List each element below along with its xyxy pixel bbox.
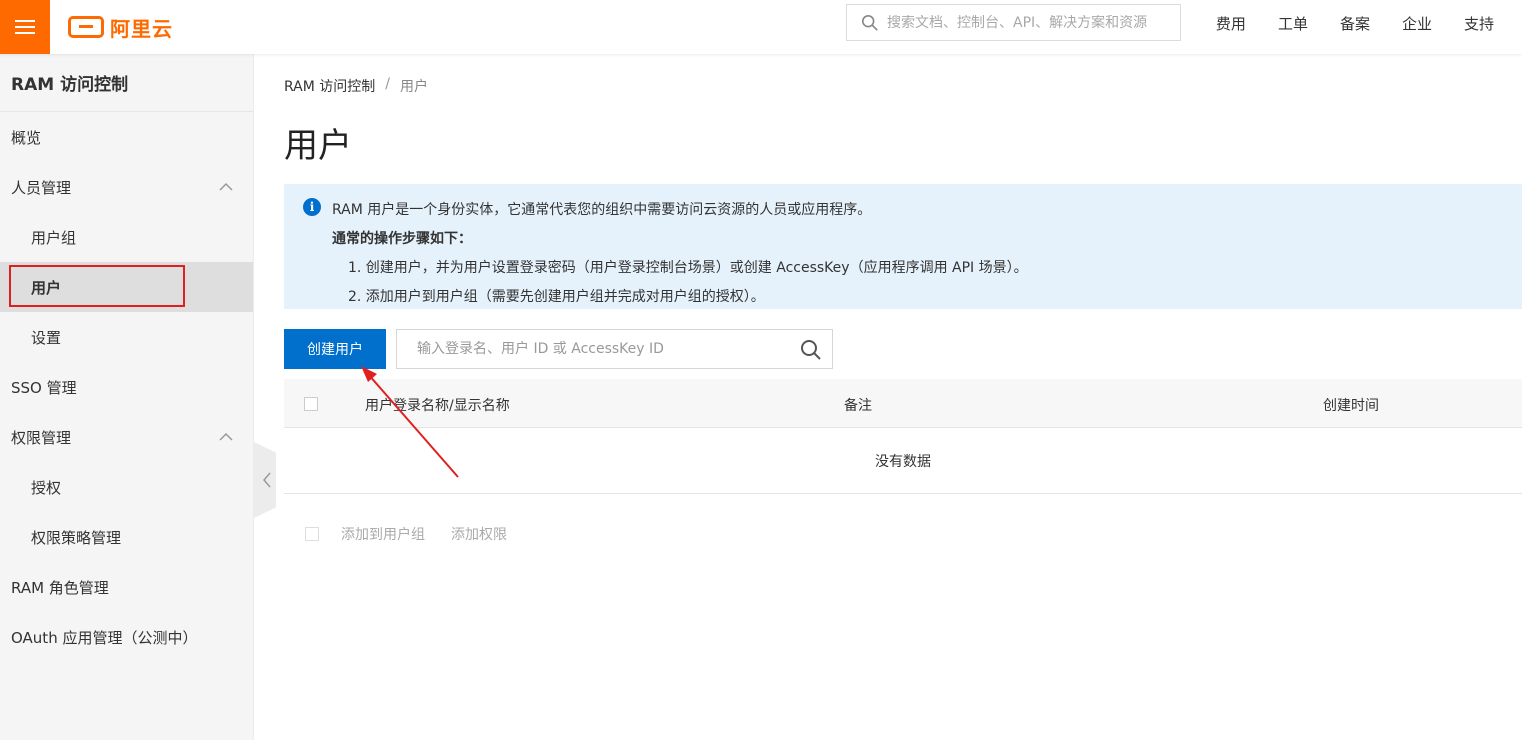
- global-search[interactable]: [846, 4, 1181, 41]
- nav-enterprise[interactable]: 企业: [1402, 13, 1432, 34]
- batch-select-checkbox[interactable]: [305, 527, 319, 541]
- chevron-left-icon: [263, 472, 271, 488]
- sidebar-title: RAM 访问控制: [0, 54, 253, 112]
- sidebar: RAM 访问控制 概览 人员管理 用户组 用户 设置 SSO 管理 权限管理 授…: [0, 54, 254, 740]
- notice-step: 1. 创建用户，并为用户设置登录密码（用户登录控制台场景）或创建 AccessK…: [348, 260, 1028, 276]
- sidebar-item-ram-roles[interactable]: RAM 角色管理: [0, 562, 253, 612]
- search-icon[interactable]: [800, 339, 822, 361]
- add-to-group-button[interactable]: 添加到用户组: [341, 524, 425, 544]
- create-user-button[interactable]: 创建用户: [284, 329, 386, 369]
- empty-text: 没有数据: [875, 453, 931, 470]
- nav-support[interactable]: 支持: [1464, 13, 1494, 34]
- sidebar-item-label: 授权: [31, 478, 62, 497]
- chevron-up-icon: [219, 182, 233, 191]
- sidebar-item-identities[interactable]: 人员管理: [0, 162, 253, 212]
- aliyun-logo[interactable]: 阿里云: [68, 11, 173, 43]
- table-empty-row: 没有数据: [284, 428, 1522, 494]
- sidebar-item-label: 设置: [31, 328, 62, 347]
- batch-actions: 添加到用户组 添加权限: [284, 524, 684, 544]
- sidebar-item-label: 用户组: [31, 228, 77, 247]
- sidebar-item-groups[interactable]: 用户组: [0, 212, 253, 262]
- column-header-login-name: 用户登录名称/显示名称: [365, 398, 510, 414]
- page-title: 用户: [284, 126, 352, 166]
- nav-ticket[interactable]: 工单: [1278, 13, 1308, 34]
- sidebar-item-settings[interactable]: 设置: [0, 312, 253, 362]
- info-notice: i RAM 用户是一个身份实体，它通常代表您的组织中需要访问云资源的人员或应用程…: [284, 184, 1522, 309]
- breadcrumb-root[interactable]: RAM 访问控制: [284, 76, 375, 96]
- breadcrumb-current: 用户: [400, 79, 428, 95]
- nav-billing[interactable]: 费用: [1216, 13, 1246, 34]
- sidebar-item-label: RAM 角色管理: [11, 578, 109, 597]
- menu-icon[interactable]: [0, 0, 50, 54]
- nav-icp[interactable]: 备案: [1340, 13, 1370, 34]
- search-icon: [861, 14, 878, 31]
- sidebar-item-permissions[interactable]: 权限管理: [0, 412, 253, 462]
- breadcrumb: RAM 访问控制 / 用户: [284, 76, 428, 96]
- notice-heading: 通常的操作步骤如下：: [332, 231, 472, 247]
- chevron-up-icon: [219, 432, 233, 441]
- column-header-created-time[interactable]: 创建时间: [1323, 395, 1379, 415]
- notice-step: 2. 添加用户到用户组（需要先创建用户组并完成对用户组的授权）。: [348, 289, 765, 305]
- user-search-input[interactable]: [417, 341, 787, 357]
- sidebar-item-overview[interactable]: 概览: [0, 112, 253, 162]
- breadcrumb-separator: /: [385, 76, 390, 92]
- sidebar-item-label: OAuth 应用管理（公测中）: [11, 628, 198, 647]
- sidebar-collapse-handle[interactable]: [254, 442, 276, 518]
- sidebar-item-label: 人员管理: [11, 178, 72, 197]
- logo-mark-icon: [68, 16, 104, 38]
- sidebar-item-label: 权限策略管理: [31, 528, 122, 547]
- sidebar-item-sso[interactable]: SSO 管理: [0, 362, 253, 412]
- user-search[interactable]: [396, 329, 833, 369]
- sidebar-item-label: 概览: [11, 128, 42, 147]
- sidebar-item-policies[interactable]: 权限策略管理: [0, 512, 253, 562]
- top-nav: 费用 工单 备案 企业 支持: [1216, 0, 1494, 46]
- sidebar-item-oauth-apps[interactable]: OAuth 应用管理（公测中）: [0, 612, 253, 662]
- table-header: 用户登录名称/显示名称 备注 创建时间: [284, 379, 1522, 428]
- sidebar-item-label: 权限管理: [11, 428, 72, 447]
- sidebar-item-users[interactable]: 用户: [0, 262, 253, 312]
- sidebar-item-grants[interactable]: 授权: [0, 462, 253, 512]
- top-bar: 阿里云 费用 工单 备案 企业 支持: [0, 0, 1522, 54]
- add-permission-button[interactable]: 添加权限: [451, 524, 507, 544]
- info-icon: i: [303, 198, 321, 216]
- select-all-checkbox[interactable]: [304, 397, 318, 411]
- notice-line: RAM 用户是一个身份实体，它通常代表您的组织中需要访问云资源的人员或应用程序。: [332, 202, 872, 218]
- column-header-remark: 备注: [844, 398, 872, 414]
- global-search-input[interactable]: [887, 14, 1177, 31]
- sidebar-item-label: SSO 管理: [11, 378, 77, 397]
- annotation-highlight-box: [9, 265, 185, 307]
